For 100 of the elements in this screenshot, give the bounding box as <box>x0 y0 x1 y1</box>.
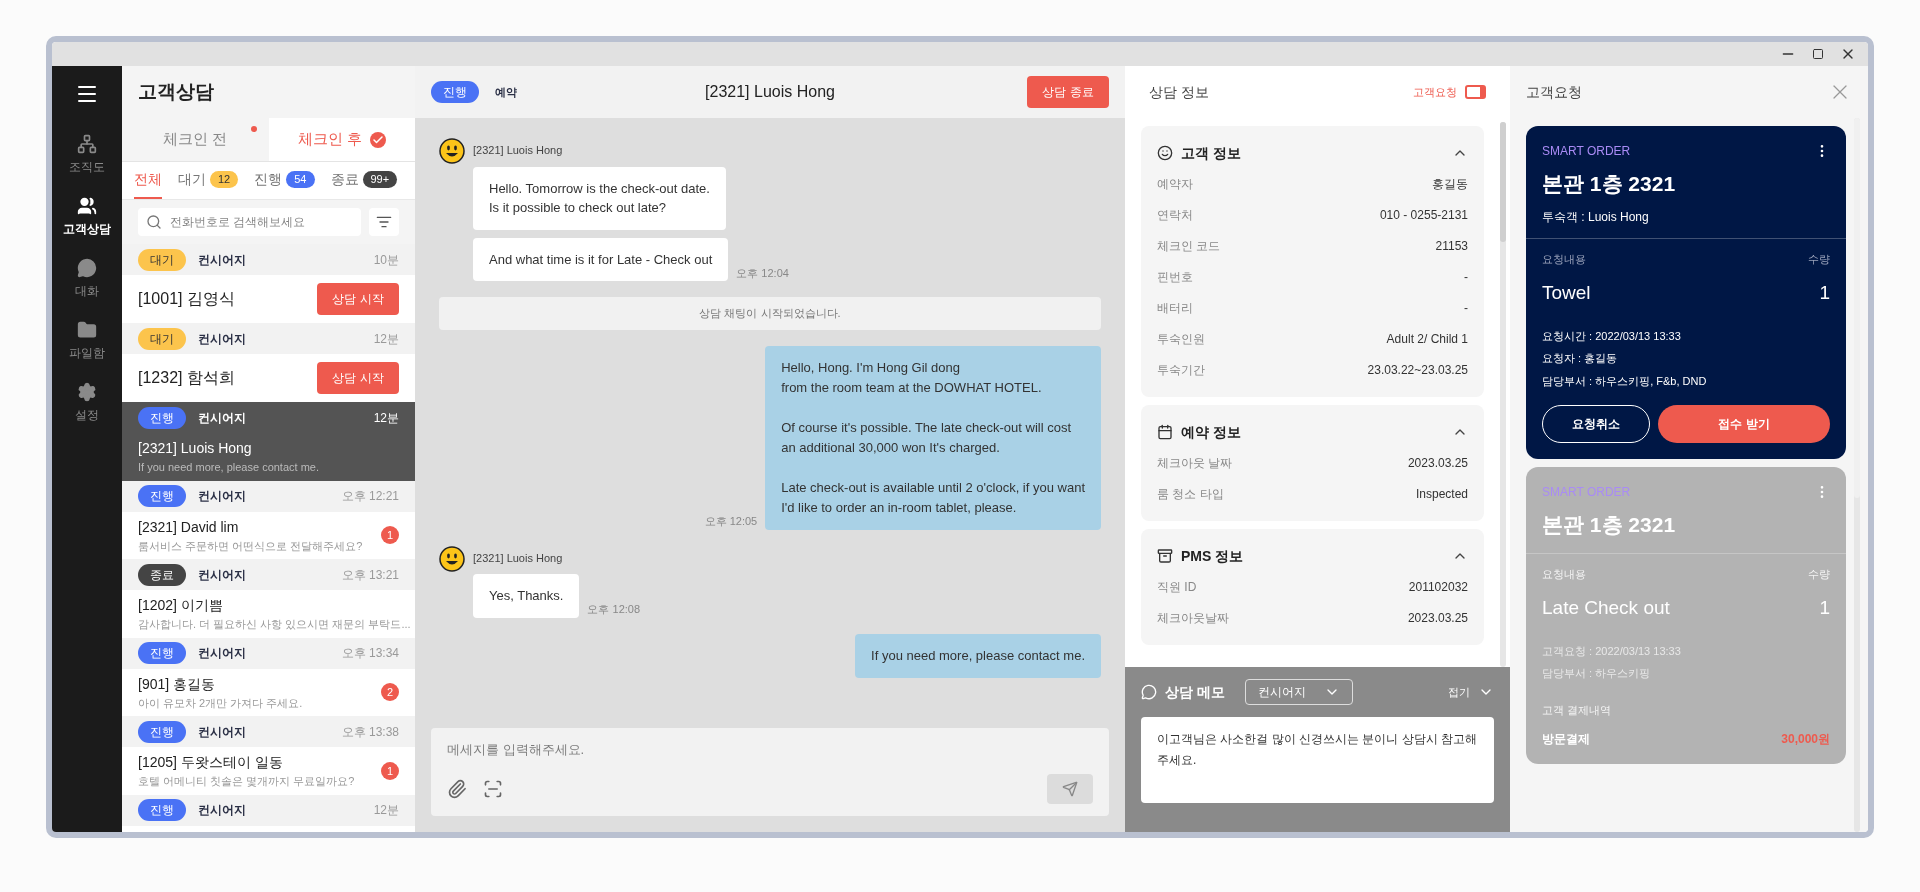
collapse-button[interactable]: 접기 <box>1448 683 1494 701</box>
outgoing-message: Hello, Hong. I'm Hong Gil dong from the room team at the DOWHAT HOTEL. Of course it's possible. The late check-out will cost an additional 30,000 won It's charged. Late check-out is available until 2 o'clock, if you want I'd like to order an in-room tablet, please. <box>765 345 1101 530</box>
conversation-item[interactable]: 진행 컨시어지 12분 <box>122 794 415 826</box>
panel-toggle-icon[interactable] <box>1465 85 1486 99</box>
request-quantity: 1 <box>1819 281 1830 305</box>
message-preview: 감사합니다. 더 필요하신 사항 있으시면 재문의 부탁드... <box>138 617 411 632</box>
org-chart-icon[interactable] <box>77 134 97 154</box>
room-title: 본관 1층 2321 <box>1542 171 1677 197</box>
count-badge: 99+ <box>362 171 398 188</box>
filter-button[interactable] <box>369 208 399 236</box>
department-label: 컨시어지 <box>198 330 247 348</box>
message-preview: 호텔 어메니티 칫솔은 몇개까지 무료일까요? <box>138 774 356 789</box>
field-value: 010 - 0255-2131 <box>1379 206 1468 224</box>
send-icon <box>1062 781 1078 797</box>
conversation-item[interactable]: 진행 컨시어지 12분 [2321] Luois Hong If you need more, please contact me. <box>122 402 415 481</box>
department-label: 컨시어지 <box>198 723 247 741</box>
message-input[interactable]: 메세지를 입력해주세요. <box>447 740 1093 760</box>
section-title: 예약 정보 <box>1181 422 1242 442</box>
status-badge: 진행 <box>138 799 186 821</box>
nav-item[interactable]: 대화 <box>75 282 99 300</box>
status-badge: 진행 <box>138 485 186 507</box>
column-label: 요청내용 <box>1542 566 1586 582</box>
nav-item[interactable]: 설정 <box>75 406 99 424</box>
incoming-message: And what time is it for Late - Check out <box>473 237 729 281</box>
filter-icon <box>376 214 392 230</box>
department-label: 컨시어지 <box>198 645 247 662</box>
guest-name: [1001] 김영식 <box>138 289 236 309</box>
nav-item[interactable]: 파일함 <box>69 344 105 362</box>
smile-icon <box>1157 145 1173 161</box>
request-detail: 요청시간 : 2022/03/13 13:33 <box>1542 328 1682 344</box>
start-button[interactable]: 상담 시작 <box>317 283 399 315</box>
panel-title: 고객요청 <box>1526 82 1583 102</box>
field-label: 배터리 <box>1157 299 1193 317</box>
department-dropdown[interactable]: 컨시어지 <box>1244 679 1353 705</box>
status-badge: 진행 <box>431 81 479 103</box>
filter-tab[interactable]: 진행 54 <box>254 162 315 199</box>
unread-badge: 2 <box>381 683 399 702</box>
department-label: 컨시어지 <box>198 566 247 584</box>
archive-icon <box>1157 548 1173 564</box>
time-label: 12분 <box>373 330 399 348</box>
field-value: Adult 2/ Child 1 <box>1386 330 1468 348</box>
field-value: 21153 <box>1435 237 1468 255</box>
field-value: 홍길동 <box>1432 175 1468 193</box>
incoming-message: Hello. Tomorrow is the check-out date. Is it possible to check out late? <box>473 166 726 230</box>
time-label: 10분 <box>373 251 399 269</box>
end-chat-button[interactable]: 상담 종료 <box>1027 76 1109 108</box>
filter-tab[interactable]: 종료 99+ <box>330 162 398 199</box>
status-badge: 대기 <box>138 248 186 271</box>
toggle-label: 고객요청 <box>1413 84 1457 100</box>
field-value: 201102032 <box>1408 578 1468 596</box>
request-quantity: 1 <box>1819 596 1830 620</box>
paperclip-icon[interactable] <box>447 779 467 799</box>
unread-badge: 1 <box>381 761 399 780</box>
status-badge: 종료 <box>138 563 186 586</box>
field-label: 투숙기간 <box>1157 361 1205 379</box>
people-icon[interactable] <box>77 196 97 216</box>
panel-title: 상담 정보 <box>1149 82 1210 102</box>
start-button[interactable]: 상담 시작 <box>317 362 399 394</box>
field-label: 핀번호 <box>1157 268 1193 286</box>
section-title: PMS 정보 <box>1181 546 1245 566</box>
tab[interactable]: 체크인 전 <box>122 118 269 161</box>
guest-label: 투숙객 : Luois Hong <box>1542 208 1650 226</box>
scan-icon[interactable] <box>483 779 503 799</box>
outgoing-message: If you need more, please contact me. <box>855 633 1101 678</box>
accept-request-button[interactable]: 접수 받기 <box>1658 405 1830 443</box>
guest-name: [1205] 두왓스테이 일동 <box>138 753 284 772</box>
field-value: 23.03.22~23.03.25 <box>1367 361 1468 379</box>
nav-item[interactable]: 고객상담 <box>63 220 111 238</box>
status-badge: 진행 <box>138 642 186 664</box>
incoming-message: Yes, Thanks. <box>473 574 580 618</box>
settings-icon[interactable] <box>77 382 97 402</box>
time-label: 12분 <box>373 409 399 427</box>
payment-method: 방문결제 <box>1542 731 1590 748</box>
field-label: 연락처 <box>1157 206 1193 224</box>
maximize-icon[interactable] <box>1812 48 1824 60</box>
field-label: 투숙인원 <box>1157 330 1205 348</box>
message-preview: 룸서비스 주문하면 어떤식으로 전달해주세요? <box>138 538 364 554</box>
field-value: Inspected <box>1415 485 1468 503</box>
nav-item[interactable]: 조직도 <box>69 158 105 176</box>
memo-text: 이고객님은 사소한걸 많이 신경쓰시는 분이니 상담시 참고해주세요. <box>1141 717 1494 803</box>
status-badge: 진행 <box>138 720 186 743</box>
filter-tab[interactable]: 대기 12 <box>178 162 239 199</box>
search-field[interactable]: 전화번호로 검색해보세요 <box>138 208 361 236</box>
time-label: 오후 13:21 <box>341 566 399 584</box>
field-value: - <box>1464 268 1468 286</box>
guest-name: [901] 홍길동 <box>138 674 217 694</box>
field-label: 직원 ID <box>1157 578 1197 596</box>
column-label: 수량 <box>1808 566 1830 582</box>
system-message: 상담 채팅이 시작되었습니다. <box>439 297 1101 330</box>
chat-bubble-icon[interactable] <box>77 258 97 278</box>
guest-name: [2321] David lim <box>138 517 240 537</box>
department-label: 컨시어지 <box>198 409 247 427</box>
sender-name: [2321] Luois Hong <box>473 143 564 158</box>
time-label: 오후 12:21 <box>341 488 399 505</box>
field-label: 룸 청소 타입 <box>1157 485 1224 503</box>
folder-icon[interactable] <box>77 320 97 340</box>
section-title: 고객 정보 <box>1181 143 1242 163</box>
department-label: 컨시어지 <box>198 488 247 505</box>
column-label: 요청내용 <box>1542 251 1586 267</box>
message-time: 오후 12:08 <box>587 602 641 617</box>
